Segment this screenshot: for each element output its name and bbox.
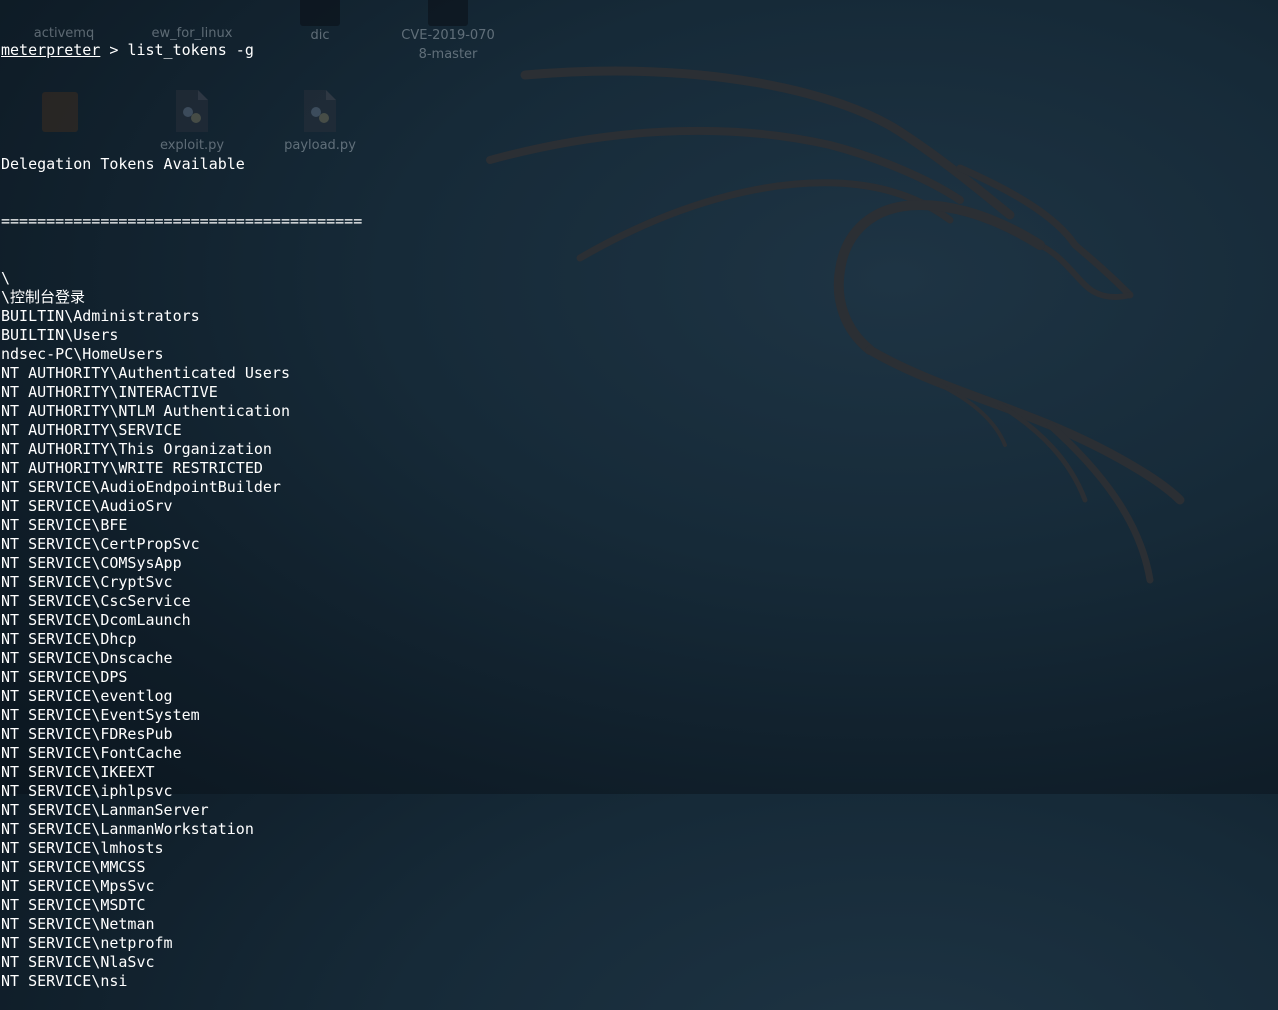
token-entry: NT SERVICE\FDResPub — [1, 725, 173, 743]
token-entry: NT SERVICE\MSDTC — [1, 896, 146, 914]
token-entry: NT AUTHORITY\WRITE RESTRICTED — [1, 459, 263, 477]
meterpreter-prompt: meterpreter — [1, 41, 101, 59]
tokens-heading: Delegation Tokens Available — [1, 155, 245, 173]
token-entry: NT SERVICE\CryptSvc — [1, 573, 173, 591]
token-entry: NT SERVICE\AudioSrv — [1, 497, 173, 515]
token-entry: NT SERVICE\FontCache — [1, 744, 182, 762]
token-entry: NT AUTHORITY\This Organization — [1, 440, 272, 458]
token-entry: NT SERVICE\IKEEXT — [1, 763, 155, 781]
token-entry: NT SERVICE\LanmanServer — [1, 801, 209, 819]
token-entry: NT SERVICE\COMSysApp — [1, 554, 182, 572]
token-entry: \ — [1, 269, 11, 287]
token-entry: NT SERVICE\MMCSS — [1, 858, 146, 876]
command-line: meterpreter > list_tokens -g — [1, 41, 1271, 60]
command-text: list_tokens -g — [127, 41, 254, 59]
token-entry: NT SERVICE\netprofm — [1, 934, 173, 952]
token-entry: NT AUTHORITY\Authenticated Users — [1, 364, 290, 382]
token-list: \ \控制台登录 BUILTIN\Administrators BUILTIN\Use… — [1, 269, 1271, 991]
token-entry: NT SERVICE\nsi — [1, 972, 128, 990]
token-entry: NT SERVICE\CertPropSvc — [1, 535, 200, 553]
token-entry: BUILTIN\Users — [1, 326, 119, 344]
token-entry: NT SERVICE\LanmanWorkstation — [1, 820, 254, 838]
token-entry: NT SERVICE\iphlpsvc — [1, 782, 173, 800]
heading-divider: ======================================== — [1, 212, 363, 230]
token-entry: NT SERVICE\AudioEndpointBuilder — [1, 478, 281, 496]
token-entry: NT SERVICE\lmhosts — [1, 839, 164, 857]
token-entry: NT SERVICE\BFE — [1, 516, 128, 534]
prompt-separator: > — [100, 41, 128, 59]
token-entry: \控制台登录 — [1, 288, 86, 306]
terminal-output[interactable]: meterpreter > list_tokens -g Delegation … — [1, 3, 1271, 1010]
token-entry: NT AUTHORITY\INTERACTIVE — [1, 383, 218, 401]
token-entry: NT SERVICE\DcomLaunch — [1, 611, 191, 629]
token-entry: NT SERVICE\MpsSvc — [1, 877, 155, 895]
token-entry: NT AUTHORITY\SERVICE — [1, 421, 182, 439]
token-entry: NT SERVICE\EventSystem — [1, 706, 200, 724]
token-entry: NT AUTHORITY\NTLM Authentication — [1, 402, 290, 420]
token-entry: NT SERVICE\Dhcp — [1, 630, 137, 648]
token-entry: NT SERVICE\DPS — [1, 668, 128, 686]
token-entry: NT SERVICE\Netman — [1, 915, 155, 933]
token-entry: ndsec-PC\HomeUsers — [1, 345, 164, 363]
token-entry: NT SERVICE\NlaSvc — [1, 953, 155, 971]
token-entry: NT SERVICE\CscService — [1, 592, 191, 610]
token-entry: NT SERVICE\Dnscache — [1, 649, 173, 667]
token-entry: BUILTIN\Administrators — [1, 307, 200, 325]
token-entry: NT SERVICE\eventlog — [1, 687, 173, 705]
